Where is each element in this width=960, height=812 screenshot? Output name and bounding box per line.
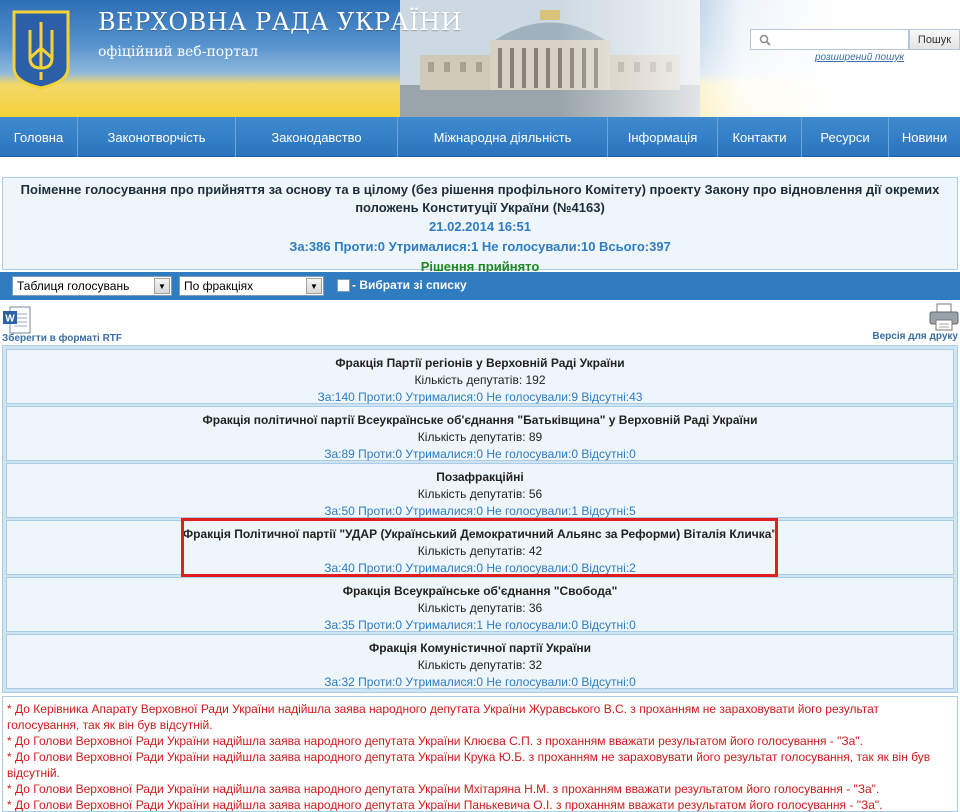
faction-name: Фракція політичної партії Всеукраїнське … — [202, 413, 758, 427]
coat-of-arms-icon — [12, 10, 70, 90]
choose-from-list-checkbox[interactable] — [337, 279, 350, 292]
nav-item-legislation[interactable]: Законодавство — [236, 117, 398, 157]
view-select[interactable]: Таблиця голосувань ▼ — [12, 276, 172, 296]
vote-summary-box: Поіменне голосування про прийняття за ос… — [2, 177, 958, 274]
view-select-value: Таблиця голосувань — [17, 279, 130, 293]
faction-count: Кількість депутатів: 56 — [417, 487, 543, 501]
nav-item-international[interactable]: Міжнародна діяльність — [398, 117, 608, 157]
search-button[interactable]: Пошук — [909, 29, 960, 50]
faction-count: Кількість депутатів: 89 — [417, 430, 543, 444]
faction-result: За:32 Проти:0 Утрималися:0 Не голосували… — [324, 675, 636, 689]
search-input[interactable] — [775, 30, 907, 49]
faction-result: За:140 Проти:0 Утрималися:0 Не голосувал… — [317, 390, 643, 404]
group-select-value: По фракціях — [184, 279, 254, 293]
choose-from-list-label: - Вибрати зі списку — [352, 278, 467, 292]
faction-item[interactable]: Фракція Партії регіонів у Верховній Раді… — [6, 349, 954, 404]
faction-result: За:50 Проти:0 Утрималися:0 Не голосували… — [324, 504, 636, 518]
faction-name: Фракція Комуністичної партії України — [369, 641, 591, 655]
main-nav: Головна Законотворчість Законодавство Мі… — [0, 117, 960, 157]
nav-item-lawmaking[interactable]: Законотворчість — [78, 117, 236, 157]
note-item: * До Керівника Апарату Верховної Ради Ук… — [7, 702, 880, 732]
vote-title: Поіменне голосування про прийняття за ос… — [20, 182, 940, 215]
search-icon — [759, 34, 771, 46]
nav-item-contacts[interactable]: Контакти — [718, 117, 802, 157]
note-item: * До Голови Верховної Ради України надій… — [7, 782, 880, 796]
faction-count: Кількість депутатів: 192 — [414, 373, 546, 387]
faction-item[interactable]: Фракція політичної партії Всеукраїнське … — [6, 406, 954, 461]
faction-result: За:35 Проти:0 Утрималися:1 Не голосували… — [324, 618, 636, 632]
vote-datetime: 21.02.2014 16:51 — [429, 219, 531, 234]
faction-item[interactable]: Фракція Комуністичної партії України Кіл… — [6, 634, 954, 689]
factions-list: Фракція Партії регіонів у Верховній Раді… — [2, 345, 958, 693]
faction-count: Кількість депутатів: 36 — [417, 601, 543, 615]
nav-item-resources[interactable]: Ресурси — [802, 117, 889, 157]
faction-count: Кількість депутатів: 42 — [417, 544, 543, 558]
note-item: * До Голови Верховної Ради України надій… — [7, 798, 883, 812]
site-subtitle: офіційний веб-портал — [98, 44, 259, 60]
nav-item-news[interactable]: Новини — [889, 117, 960, 157]
faction-item[interactable]: Фракція Політичної партії "УДАР (Українс… — [6, 520, 954, 575]
save-rtf-link[interactable]: Зберегти в форматі RTF — [2, 333, 122, 344]
faction-result: За:40 Проти:0 Утрималися:0 Не голосували… — [324, 561, 636, 575]
faction-item[interactable]: Фракція Всеукраїнське об'єднання "Свобод… — [6, 577, 954, 632]
search-box[interactable] — [750, 29, 909, 50]
faction-result: За:89 Проти:0 Утрималися:0 Не голосували… — [324, 447, 636, 461]
vote-totals: За:386 Проти:0 Утрималися:1 Не голосувал… — [289, 239, 671, 254]
word-document-icon[interactable]: W — [2, 305, 32, 335]
note-item: * До Голови Верховної Ради України надій… — [7, 734, 863, 748]
notes-section: * До Керівника Апарату Верховної Ради Ук… — [2, 696, 958, 812]
printer-icon[interactable] — [928, 303, 960, 331]
svg-text:W: W — [5, 314, 15, 325]
print-version-link[interactable]: Версія для друку — [872, 331, 958, 342]
nav-item-home[interactable]: Головна — [0, 117, 78, 157]
site-header: ВЕРХОВНА РАДА УКРАЇНИ офіційний веб-порт… — [0, 0, 960, 117]
site-title: ВЕРХОВНА РАДА УКРАЇНИ — [98, 8, 463, 36]
group-select[interactable]: По фракціях ▼ — [179, 276, 324, 296]
faction-item[interactable]: Позафракційні Кількість депутатів: 56 За… — [6, 463, 954, 518]
chevron-down-icon: ▼ — [154, 278, 170, 294]
nav-item-information[interactable]: Інформація — [608, 117, 718, 157]
chevron-down-icon: ▼ — [306, 278, 322, 294]
faction-name: Позафракційні — [436, 470, 524, 484]
controls-bar: Таблиця голосувань ▼ По фракціях ▼ - Виб… — [0, 272, 960, 300]
faction-name: Фракція Політичної партії "УДАР (Українс… — [182, 527, 778, 541]
faction-name: Фракція Партії регіонів у Верховній Раді… — [335, 356, 625, 370]
faction-name: Фракція Всеукраїнське об'єднання "Свобод… — [342, 584, 618, 598]
note-item: * До Голови Верховної Ради України надій… — [7, 750, 931, 780]
advanced-search-link[interactable]: розширений пошук — [815, 52, 904, 63]
faction-count: Кількість депутатів: 32 — [417, 658, 543, 672]
